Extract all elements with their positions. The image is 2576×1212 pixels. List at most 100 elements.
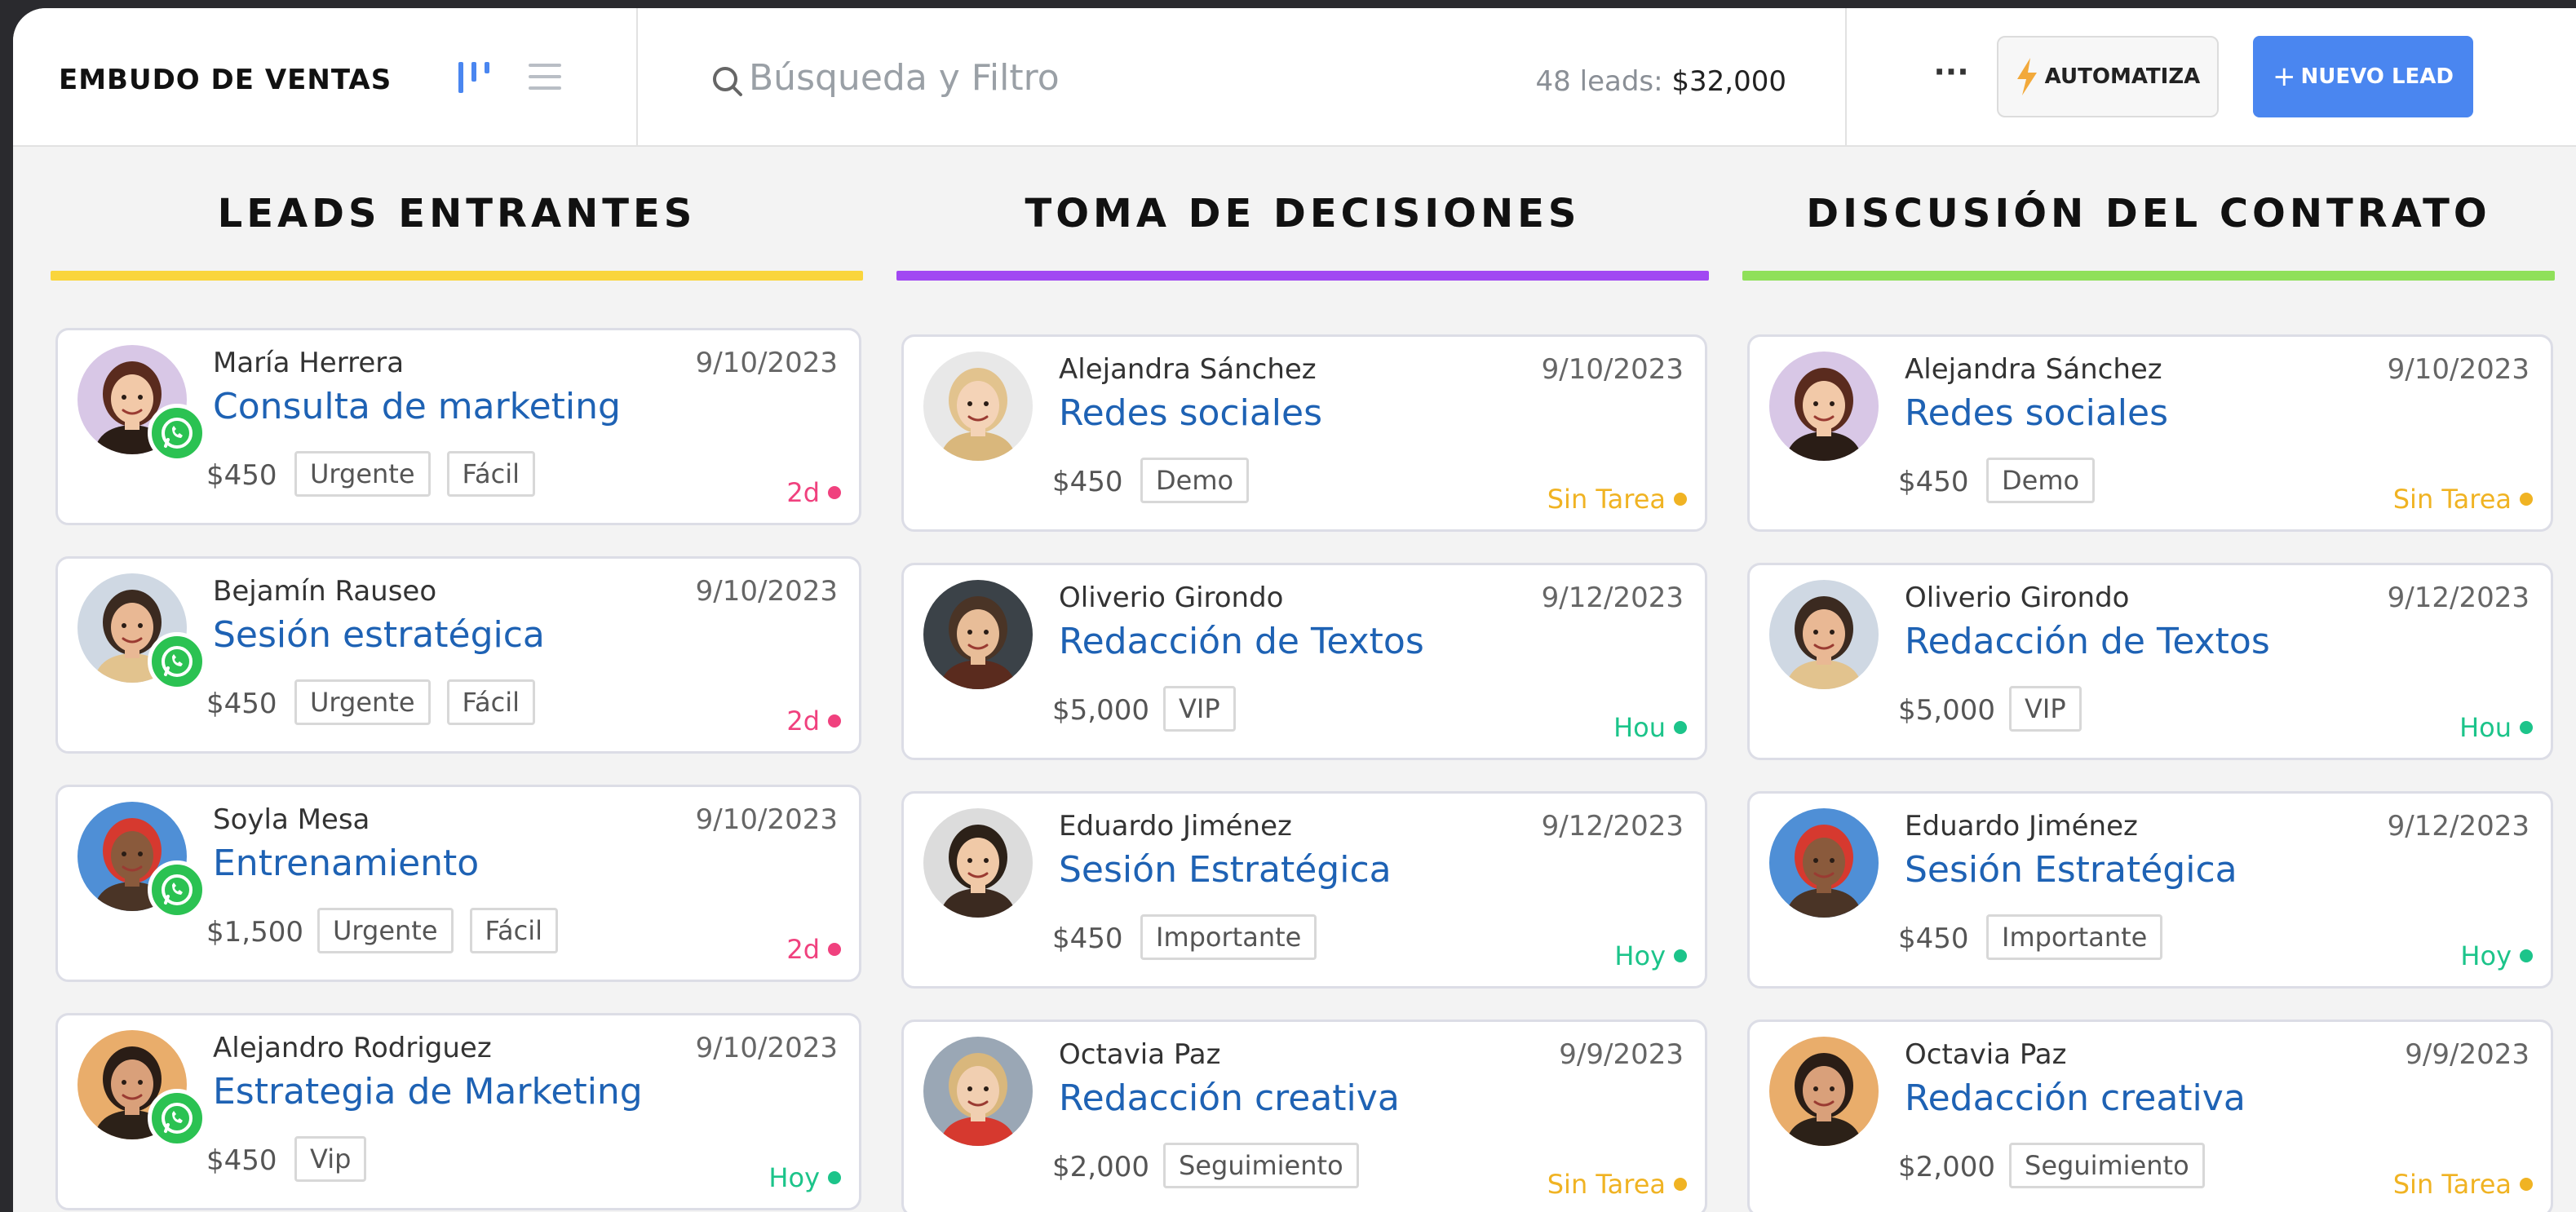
lead-card[interactable]: Eduardo Jiménez 9/12/2023 Sesión Estratégi…	[901, 791, 1707, 989]
actions-section: ··· AUTOMATIZA + NUEVO LEAD	[1848, 8, 2576, 147]
tag[interactable]: Fácil	[446, 451, 535, 497]
contact-name: Eduardo Jiménez	[1059, 810, 1292, 843]
tag-list: Demo	[1140, 458, 1250, 503]
avatar	[923, 580, 1033, 689]
contact-name: María Herrera	[213, 347, 405, 379]
lead-title-link[interactable]: Sesión estratégica	[213, 614, 545, 656]
status-indicator: Sin Tarea	[2393, 484, 2533, 515]
tag-list: Seguimiento	[1163, 1143, 1359, 1188]
lead-card[interactable]: Alejandra Sánchez 9/10/2023 Redes sociales…	[1747, 334, 2553, 532]
tag[interactable]: Demo	[1140, 458, 1250, 503]
tag[interactable]: Vip	[294, 1136, 367, 1182]
leads-count: 48 leads:	[1535, 65, 1663, 98]
more-options-button[interactable]: ···	[1927, 55, 1976, 96]
tag[interactable]: Urgente	[317, 908, 454, 953]
column-discusion-del-contrato: DISCUSIÓN DEL CONTRATO Alejandra Sánchez…	[1742, 147, 2555, 1212]
status-indicator: Sin Tarea	[1547, 1169, 1687, 1200]
tag[interactable]: Seguimiento	[2009, 1143, 2205, 1188]
lead-date: 9/9/2023	[2405, 1038, 2530, 1071]
avatar	[1769, 808, 1879, 918]
lead-price: $2,000	[1052, 1151, 1149, 1183]
avatar-photo	[1769, 808, 1879, 918]
tag[interactable]: VIP	[1163, 686, 1236, 732]
avatar	[1769, 1037, 1879, 1146]
status-text: Hou	[2459, 712, 2512, 743]
status-dot	[1674, 949, 1687, 962]
new-lead-button[interactable]: + NUEVO LEAD	[2253, 36, 2473, 117]
whatsapp-icon	[162, 645, 193, 678]
status-text: 2d	[786, 477, 820, 508]
lead-title-link[interactable]: Sesión Estratégica	[1905, 849, 2237, 891]
list-view-button[interactable]	[525, 57, 568, 100]
column-title: TOMA DE DECISIONES	[1025, 191, 1581, 237]
tag[interactable]: Demo	[1986, 458, 2096, 503]
automate-button[interactable]: AUTOMATIZA	[1997, 36, 2219, 117]
whatsapp-badge	[148, 632, 206, 691]
search-input[interactable]	[749, 49, 1336, 106]
status-dot	[1674, 721, 1687, 734]
lead-card[interactable]: Bejamín Rauseo 9/10/2023 Sesión estratégic…	[55, 556, 861, 754]
top-bar: EMBUDO DE VENTAS Búsqueda y Filtro 48 le…	[13, 8, 2576, 147]
tag[interactable]: Fácil	[446, 679, 535, 725]
lead-title-link[interactable]: Redacción creativa	[1905, 1077, 2246, 1119]
lead-date: 9/12/2023	[2387, 810, 2530, 843]
avatar-photo	[1769, 352, 1879, 461]
status-dot	[2520, 721, 2533, 734]
lead-date: 9/10/2023	[695, 575, 838, 608]
lead-title-link[interactable]: Redes sociales	[1059, 392, 1322, 434]
lead-price: $450	[1898, 922, 1969, 955]
tag[interactable]: Importante	[1986, 914, 2163, 960]
lead-title-link[interactable]: Redacción creativa	[1059, 1077, 1400, 1119]
lead-card[interactable]: Oliverio Girondo 9/12/2023 Redacción de Te…	[1747, 563, 2553, 760]
lead-title-link[interactable]: Entrenamiento	[213, 843, 479, 884]
status-dot	[2520, 1178, 2533, 1191]
avatar	[923, 808, 1033, 918]
lead-date: 9/9/2023	[1559, 1038, 1684, 1071]
lead-card[interactable]: Octavia Paz 9/9/2023 Redacción creativa $2,…	[901, 1020, 1707, 1212]
contact-name: Octavia Paz	[1905, 1038, 2067, 1071]
lead-card[interactable]: Oliverio Girondo 9/12/2023 Redacción de Te…	[901, 563, 1707, 760]
lead-price: $450	[1052, 466, 1123, 498]
lead-date: 9/10/2023	[695, 803, 838, 836]
lead-card[interactable]: Octavia Paz 9/9/2023 Redacción creativa $2,…	[1747, 1020, 2553, 1212]
lead-date: 9/10/2023	[695, 1032, 838, 1064]
lead-date: 9/10/2023	[1541, 353, 1684, 386]
lead-card[interactable]: Alejandro Rodriguez 9/10/2023 Estrategia d…	[55, 1013, 861, 1210]
avatar	[1769, 352, 1879, 461]
lead-title-link[interactable]: Redes sociales	[1905, 392, 2168, 434]
tag[interactable]: Urgente	[294, 679, 431, 725]
whatsapp-icon	[162, 417, 193, 449]
lead-card[interactable]: Soyla Mesa 9/10/2023 Entrenamiento $1,500 Ur…	[55, 785, 861, 982]
title-section: EMBUDO DE VENTAS	[13, 8, 638, 147]
status-text: Sin Tarea	[2392, 1169, 2512, 1200]
tag[interactable]: Fácil	[469, 908, 558, 953]
lead-title-link[interactable]: Estrategia de Marketing	[213, 1071, 643, 1112]
tag[interactable]: Importante	[1140, 914, 1317, 960]
avatar	[1769, 580, 1879, 689]
lead-date: 9/12/2023	[1541, 582, 1684, 614]
avatar	[923, 352, 1033, 461]
tag[interactable]: Urgente	[294, 451, 431, 497]
avatar-photo	[1769, 1037, 1879, 1146]
lead-card[interactable]: Alejandra Sánchez 9/10/2023 Redes sociales…	[901, 334, 1707, 532]
lead-card[interactable]: Eduardo Jiménez 9/12/2023 Sesión Estratégi…	[1747, 791, 2553, 989]
status-dot	[1674, 493, 1687, 506]
status-text: Hoy	[2460, 940, 2512, 971]
lead-price: $450	[206, 459, 277, 492]
page-title: EMBUDO DE VENTAS	[59, 64, 392, 96]
lead-title-link[interactable]: Redacción de Textos	[1905, 621, 2270, 662]
contact-name: Alejandra Sánchez	[1059, 353, 1317, 386]
lead-title-link[interactable]: Consulta de marketing	[213, 386, 621, 427]
lead-price: $450	[206, 688, 277, 720]
kanban-view-button[interactable]	[454, 57, 496, 100]
tag[interactable]: Seguimiento	[1163, 1143, 1359, 1188]
status-indicator: Hoy	[2460, 940, 2533, 971]
leads-total: $32,000	[1671, 65, 1786, 98]
status-indicator: 2d	[786, 706, 841, 736]
contact-name: Bejamín Rauseo	[213, 575, 437, 608]
lead-title-link[interactable]: Redacción de Textos	[1059, 621, 1424, 662]
lead-title-link[interactable]: Sesión Estratégica	[1059, 849, 1392, 891]
lead-card[interactable]: María Herrera 9/10/2023 Consulta de market…	[55, 328, 861, 525]
contact-name: Octavia Paz	[1059, 1038, 1221, 1071]
tag[interactable]: VIP	[2009, 686, 2082, 732]
